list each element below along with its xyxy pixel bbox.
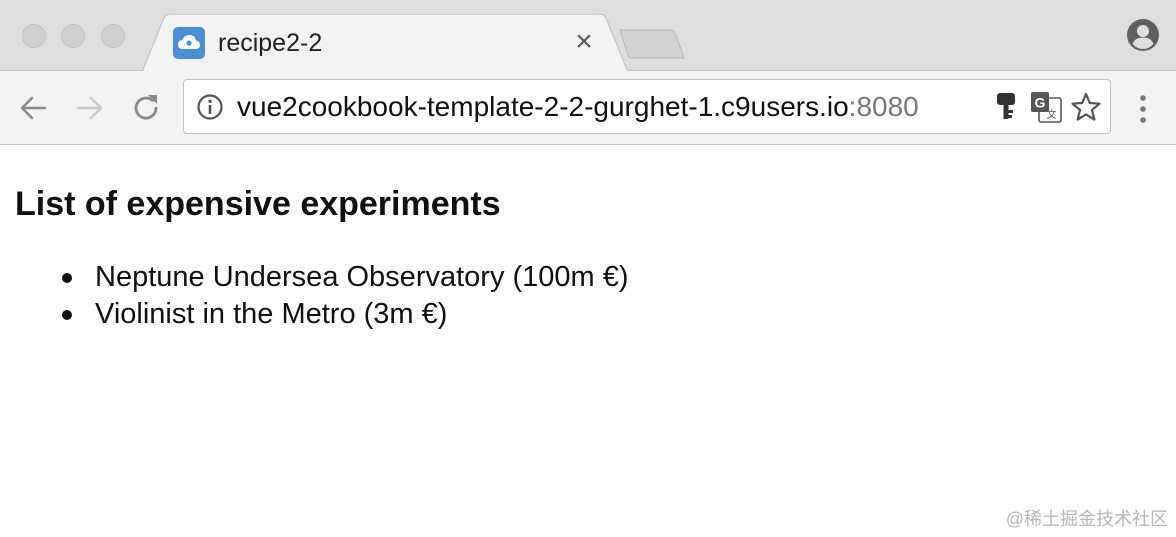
new-tab-button[interactable] — [618, 28, 686, 60]
translate-icon[interactable]: G 文 — [1030, 91, 1062, 123]
window-minimize-button[interactable] — [61, 24, 85, 48]
info-icon[interactable] — [196, 93, 224, 121]
menu-icon[interactable] — [1131, 93, 1155, 125]
tab-close-icon[interactable]: × — [570, 27, 598, 57]
url-text[interactable]: vue2cookbook-template-2-2-gurghet-1.c9us… — [237, 90, 919, 124]
address-bar[interactable]: vue2cookbook-template-2-2-gurghet-1.c9us… — [183, 79, 1111, 134]
list-item: Neptune Undersea Observatory (100m €) — [58, 259, 629, 296]
window-zoom-button[interactable] — [101, 24, 125, 48]
back-icon[interactable] — [16, 91, 50, 125]
bullet-icon — [62, 310, 72, 320]
list-item-label: Neptune Undersea Observatory (100m €) — [95, 261, 629, 293]
page-title: List of expensive experiments — [15, 185, 501, 223]
star-icon[interactable] — [1070, 91, 1102, 123]
list-item-label: Violinist in the Metro (3m €) — [95, 298, 448, 330]
browser-toolbar: vue2cookbook-template-2-2-gurghet-1.c9us… — [0, 71, 1176, 145]
tab-title: recipe2-2 — [218, 29, 323, 57]
browser-tab[interactable]: recipe2-2 × — [142, 14, 628, 72]
reload-icon[interactable] — [129, 91, 163, 125]
url-port: :8080 — [848, 91, 919, 122]
svg-text:G: G — [1035, 95, 1046, 111]
svg-text:文: 文 — [1047, 108, 1057, 121]
tab-strip: recipe2-2 × — [0, 0, 1176, 72]
experiment-list: Neptune Undersea Observatory (100m €) Vi… — [58, 259, 629, 333]
profile-icon[interactable] — [1126, 18, 1160, 52]
forward-icon[interactable] — [73, 91, 107, 125]
tab-shape — [142, 14, 628, 72]
list-item: Violinist in the Metro (3m €) — [58, 296, 629, 333]
url-host: vue2cookbook-template-2-2-gurghet-1.c9us… — [237, 91, 849, 122]
key-icon[interactable] — [995, 92, 1017, 122]
window-close-button[interactable] — [22, 24, 46, 48]
cloud-icon — [173, 27, 205, 59]
watermark: @稀土掘金技术社区 — [1005, 509, 1168, 529]
page-content: List of expensive experiments Neptune Un… — [0, 146, 1176, 537]
bullet-icon — [62, 273, 72, 283]
